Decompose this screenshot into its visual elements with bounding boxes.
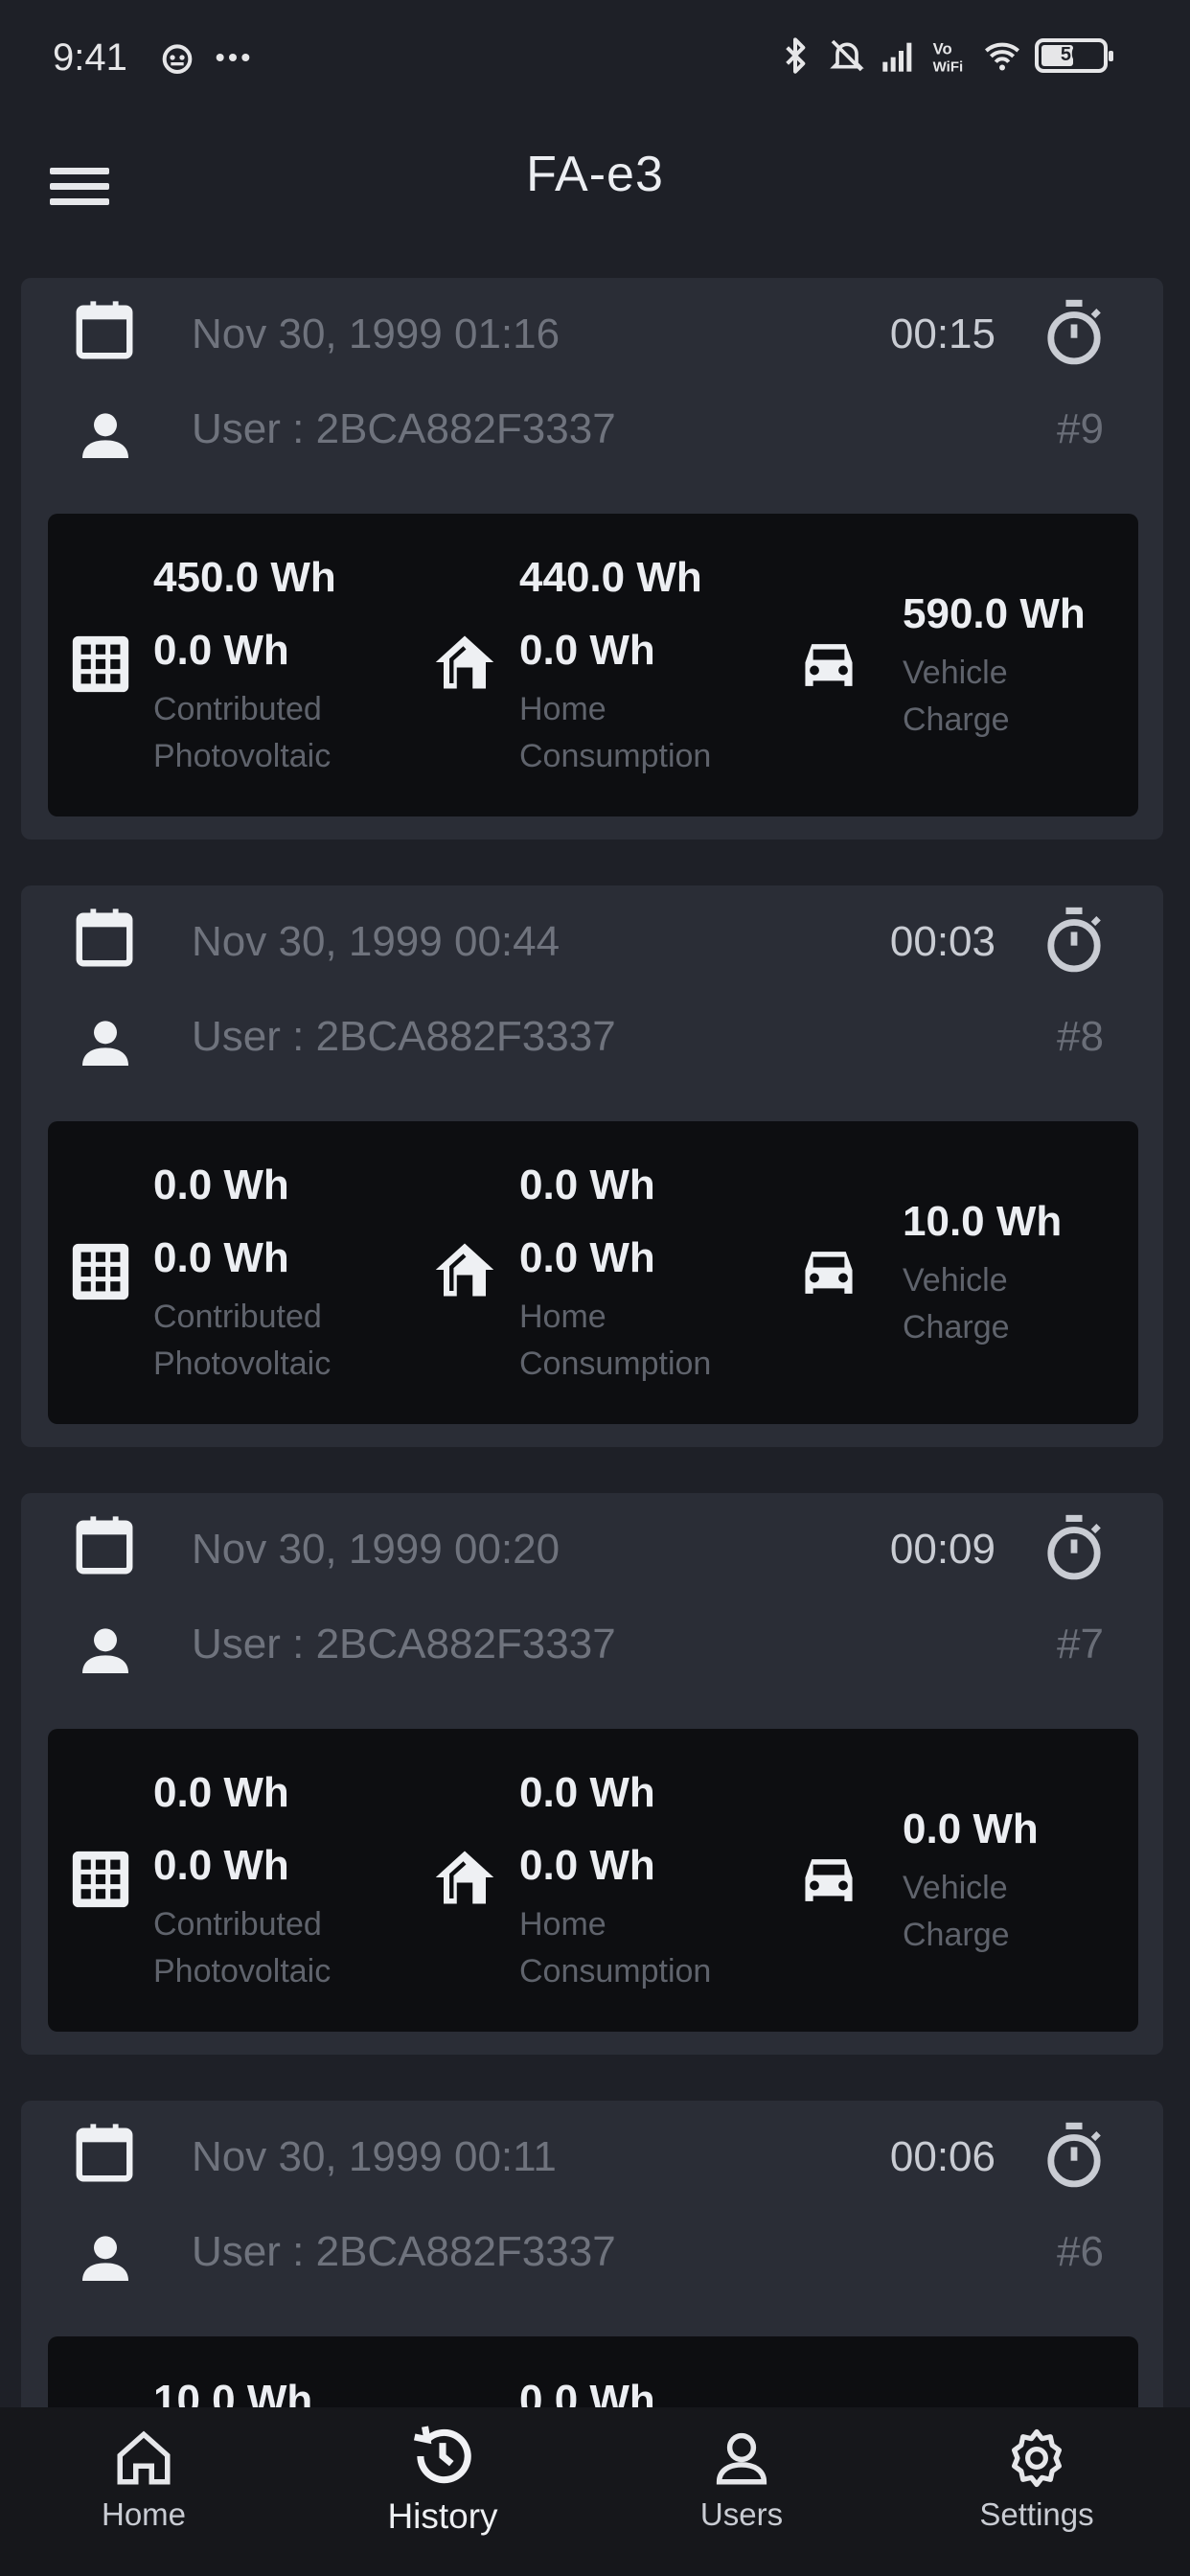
user-icon — [82, 1628, 128, 1673]
status-time: 9:41 — [53, 36, 127, 79]
svg-text:WiFi: WiFi — [933, 59, 964, 75]
car-icon — [805, 644, 853, 686]
session-number: #8 — [1057, 1013, 1104, 1060]
pv-label: Contributed Photovoltaic — [153, 691, 332, 774]
vehicle-energy: 0.0 Wh — [903, 1806, 1039, 1852]
home-icon — [435, 1851, 494, 1904]
home-label: Home Consumption — [519, 1906, 712, 1990]
session-duration: 00:06 — [889, 2133, 995, 2180]
pv-contributed: 0.0 Wh — [153, 1234, 289, 1281]
nav-home[interactable]: Home — [67, 2426, 220, 2533]
volte-icon: Vo WiFi — [933, 39, 964, 75]
history-icon — [413, 2426, 471, 2484]
timer-icon — [1047, 907, 1101, 973]
session-date: Nov 30, 1999 00:11 — [192, 2133, 557, 2180]
home-icon — [117, 2430, 171, 2485]
car-icon — [805, 1859, 853, 1901]
calendar-icon — [76, 908, 133, 967]
pv-energy: 0.0 Wh — [153, 1162, 289, 1208]
energy-panel: 0.0 Wh 0.0 Wh Contributed Photovoltaic 0.… — [48, 1729, 1138, 2032]
pv-energy: 0.0 Wh — [153, 1769, 289, 1816]
nav-users-label: Users — [699, 2496, 784, 2532]
timer-icon — [1047, 1514, 1101, 1580]
session-number: #6 — [1057, 2228, 1104, 2275]
app-bar: FA-e3 — [0, 125, 1190, 249]
session-user: User : 2BCA882F3337 — [192, 2228, 616, 2275]
user-icon — [82, 1021, 128, 1066]
svg-text:Vo: Vo — [933, 39, 952, 58]
vehicle-label: Vehicle Charge — [903, 1262, 1010, 1346]
home-label: Home Consumption — [519, 1299, 712, 1382]
status-bar: 9:41 Vo WiFi 50 — [0, 0, 1190, 125]
pv-label: Contributed Photovoltaic — [153, 1906, 332, 1990]
session-user: User : 2BCA882F3337 — [192, 1013, 616, 1060]
vehicle-energy: 590.0 Wh — [903, 590, 1086, 637]
solar-panel-icon — [72, 1851, 129, 1908]
home-energy: 0.0 Wh — [519, 1769, 655, 1816]
bluetooth-icon — [786, 37, 806, 74]
nav-settings[interactable]: Settings — [960, 2426, 1113, 2533]
bottom-nav: Home History Users Settings — [0, 2407, 1190, 2576]
pv-label: Contributed Photovoltaic — [153, 1299, 332, 1382]
session-number: #7 — [1057, 1621, 1104, 1668]
timer-icon — [1047, 2122, 1101, 2188]
car-icon — [805, 1252, 853, 1294]
nav-settings-label: Settings — [979, 2496, 1094, 2532]
settings-icon — [1012, 2428, 1062, 2488]
session-user: User : 2BCA882F3337 — [192, 405, 616, 452]
user-icon — [82, 2236, 128, 2281]
nav-home-label: Home — [101, 2496, 187, 2532]
session-card[interactable]: Nov 30, 1999 00:44 00:03 User : 2BCA882F… — [21, 886, 1163, 1447]
vehicle-label: Vehicle Charge — [903, 655, 1010, 738]
session-date: Nov 30, 1999 00:44 — [192, 918, 561, 965]
home-contributed: 0.0 Wh — [519, 1842, 655, 1889]
energy-panel: 10.0 Wh 0.0 Wh — [48, 2336, 1138, 2407]
more-icon — [216, 54, 250, 61]
battery-icon: 50 — [1035, 38, 1113, 73]
home-energy: 440.0 Wh — [519, 554, 702, 601]
session-card[interactable]: Nov 30, 1999 00:20 00:09 User : 2BCA882F… — [21, 1493, 1163, 2055]
signal-icon — [882, 42, 912, 72]
session-card[interactable]: Nov 30, 1999 01:16 00:15 User : 2BCA882F… — [21, 278, 1163, 840]
pv-energy: 10.0 Wh — [153, 2377, 313, 2407]
calendar-icon — [76, 301, 133, 359]
home-contributed: 0.0 Wh — [519, 627, 655, 674]
session-date: Nov 30, 1999 00:20 — [192, 1526, 561, 1573]
user-icon — [82, 413, 128, 458]
calendar-icon — [76, 2124, 133, 2182]
home-contributed: 0.0 Wh — [519, 1234, 655, 1281]
home-label: Home Consumption — [519, 691, 712, 774]
session-duration: 00:03 — [889, 918, 995, 965]
home-icon — [435, 1243, 494, 1297]
pv-contributed: 0.0 Wh — [153, 1842, 289, 1889]
solar-panel-icon — [72, 635, 129, 693]
home-energy: 0.0 Wh — [519, 2377, 655, 2407]
notification-icon — [162, 44, 193, 74]
session-number: #9 — [1057, 405, 1104, 452]
home-energy: 0.0 Wh — [519, 1162, 655, 1208]
session-duration: 00:15 — [889, 310, 995, 357]
nav-users[interactable]: Users — [665, 2426, 818, 2533]
vehicle-energy: 10.0 Wh — [903, 1198, 1063, 1245]
calendar-icon — [76, 1516, 133, 1575]
pv-energy: 450.0 Wh — [153, 554, 336, 601]
nav-history-label: History — [387, 2496, 498, 2536]
solar-panel-icon — [72, 1243, 129, 1300]
energy-panel: 0.0 Wh 0.0 Wh Contributed Photovoltaic 0.… — [48, 1121, 1138, 1424]
pv-contributed: 0.0 Wh — [153, 627, 289, 674]
session-user: User : 2BCA882F3337 — [192, 1621, 616, 1668]
home-icon — [435, 635, 494, 689]
energy-panel: 450.0 Wh 0.0 Wh Contributed Photovoltaic … — [48, 514, 1138, 816]
vehicle-label: Vehicle Charge — [903, 1870, 1010, 1953]
user-icon — [716, 2432, 767, 2485]
timer-icon — [1047, 299, 1101, 365]
nav-history[interactable]: History — [366, 2421, 519, 2537]
session-duration: 00:09 — [889, 1526, 995, 1573]
page-title: FA-e3 — [526, 147, 664, 202]
session-list[interactable]: Nov 30, 1999 01:16 00:15 User : 2BCA882F… — [0, 278, 1190, 2407]
wifi-icon — [985, 42, 1019, 71]
mute-icon — [830, 39, 864, 72]
session-card[interactable]: Nov 30, 1999 00:11 00:06 User : 2BCA882F… — [21, 2101, 1163, 2407]
session-date: Nov 30, 1999 01:16 — [192, 310, 561, 357]
